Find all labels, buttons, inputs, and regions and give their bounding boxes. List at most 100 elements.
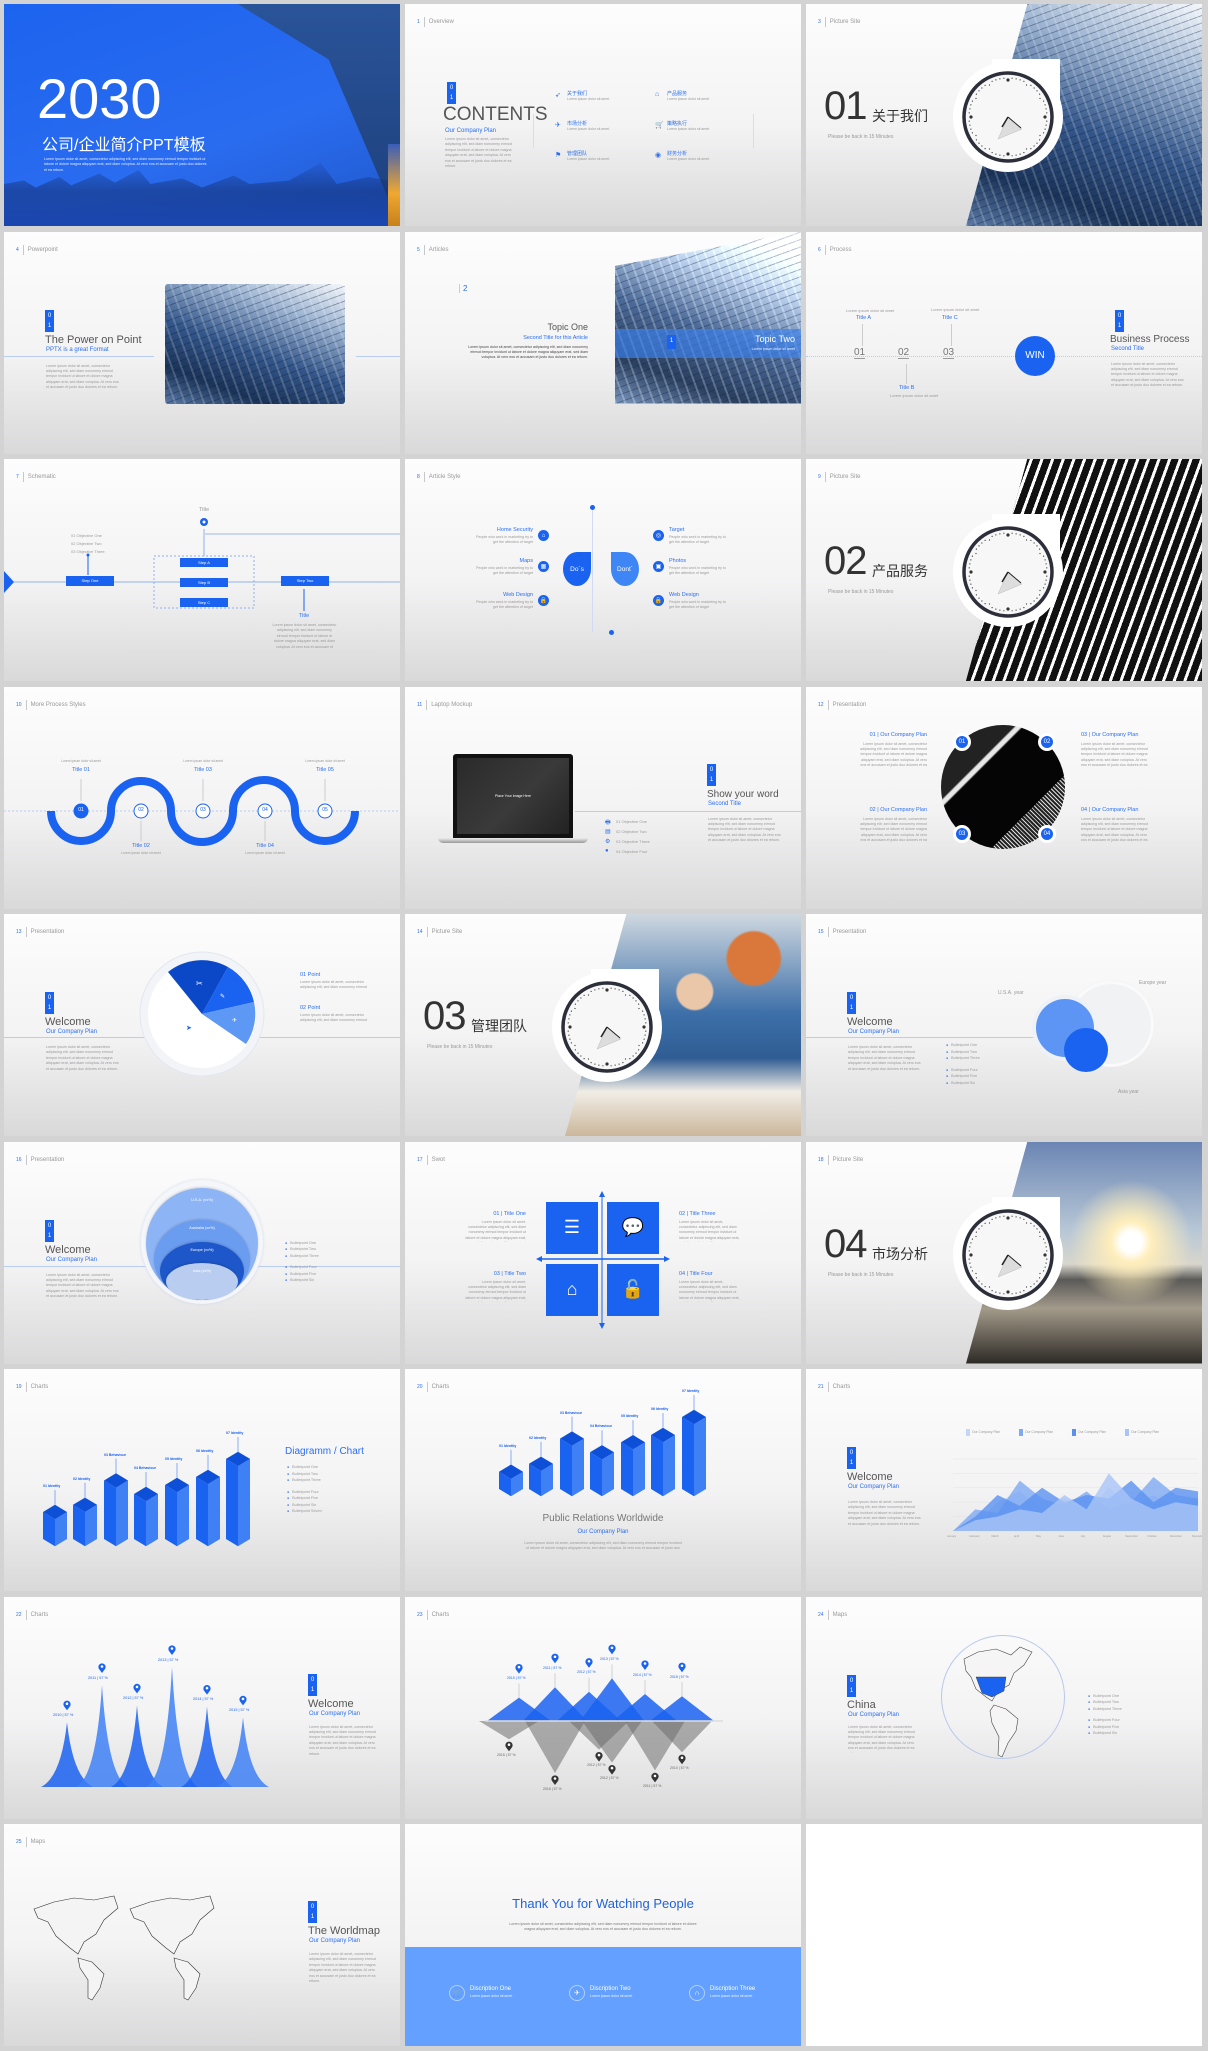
slide-subtitle: Our Company Plan bbox=[46, 1029, 98, 1035]
slide-17-swot[interactable]: 17 Swot ☰ 💬 ⌂ 🔓 01 | Title One Lorem ipsu… bbox=[405, 1141, 801, 1364]
reflection-label: 2015 | 57 % bbox=[497, 1752, 516, 1757]
title-b-text: Lorem ipsum dolor sit amet bbox=[890, 392, 939, 398]
slide-overview-grid: 2030 公司/企业简介PPT模板 Lorem ipsum dolor sit … bbox=[0, 0, 1208, 2050]
peak bbox=[217, 1716, 269, 1787]
slide-3-section-01[interactable]: 3 Picture Site 01 关于我们 Please be back in 15 … bbox=[806, 4, 1202, 226]
donts-bubble: Dont´ bbox=[611, 552, 639, 586]
slide-9-section-02[interactable]: 9 Picture Site 02 产品服务 Please be back in 15 … bbox=[806, 459, 1202, 681]
slide-number: 16 bbox=[16, 1156, 22, 1163]
slide-4-powerpoint[interactable]: 4 Powerpoint 01 The Power on Point PPTX i… bbox=[4, 231, 400, 454]
slide-23-charts[interactable]: 23 Charts 2015 | 57 % 2016 | 57 % 2012 | 57… bbox=[405, 1596, 801, 1819]
legend-swatch bbox=[1125, 1429, 1129, 1436]
slide-8-article-style[interactable]: 8 Article Style Do´s Dont´ Home Security P… bbox=[405, 459, 801, 681]
clock-icon bbox=[953, 1199, 1063, 1310]
chart-subtitle: Our Company Plan bbox=[577, 1529, 629, 1535]
slide-19-charts[interactable]: 19Charts Diagramm / Chart Bulletpoint On… bbox=[4, 1369, 400, 1591]
slide-header: 1 Overview bbox=[417, 17, 454, 27]
right-item-title: Web Design bbox=[669, 592, 699, 598]
process-text: Lorem ipsum dolor sit amet bbox=[61, 758, 101, 763]
bullet-item: Bulletpoint Three bbox=[1088, 1706, 1122, 1713]
peak bbox=[111, 1704, 163, 1787]
slide-subtitle: PPTX is a great Format bbox=[46, 346, 109, 353]
contents-item-text: Lorem ipsum dolor sit amet bbox=[567, 157, 610, 161]
step-01: 01 bbox=[854, 346, 866, 359]
win-circle[interactable]: WIN bbox=[1015, 335, 1055, 376]
box-digit: 0 bbox=[849, 995, 854, 1001]
number-box: 1 bbox=[667, 334, 676, 349]
slide-10-process-styles[interactable]: 10 More Process Styles 01 Title 01 Lorem ip… bbox=[4, 686, 400, 909]
body-text: Lorem ipsum dolor sit amet, consectetur … bbox=[848, 1045, 921, 1071]
slide-number: 3 bbox=[818, 19, 821, 25]
slide-15-presentation[interactable]: 15 Presentation 01 Welcome Our Company Pl… bbox=[806, 914, 1202, 1136]
bar-label: 04 Behaviour bbox=[590, 1424, 612, 1429]
settings-icon: ⚙ bbox=[605, 838, 611, 845]
reflection-peak bbox=[525, 1720, 585, 1773]
contents-item[interactable]: 关于我们 bbox=[567, 90, 587, 97]
contents-item[interactable]: 财务分析 bbox=[667, 150, 687, 157]
step-two-box[interactable]: Step Two bbox=[281, 576, 329, 586]
node-number: 02 bbox=[138, 806, 144, 813]
contents-item[interactable]: 管理团队 bbox=[567, 150, 587, 157]
section-title: 关于我们 bbox=[872, 108, 928, 124]
swot-text: Lorem ipsum dolor sit amet, consectetur … bbox=[679, 1279, 740, 1302]
number-box: 01 bbox=[447, 82, 456, 104]
step-b-box[interactable]: Step B bbox=[180, 578, 228, 587]
objective: 01 Objective One bbox=[616, 818, 647, 824]
left-item-title: Home Security bbox=[496, 527, 533, 533]
slide-21-charts[interactable]: 21 Charts 01 Welcome Our Company Plan Lor… bbox=[806, 1369, 1202, 1591]
step-c-box[interactable]: Step C bbox=[180, 598, 228, 607]
slide-20-charts[interactable]: 20 Charts Public Relations Worldwide Our … bbox=[405, 1369, 801, 1591]
right-item-title: Photos bbox=[669, 558, 687, 564]
slide-24-maps[interactable]: 24 Maps 01 China Our Company Plan Lorem i… bbox=[806, 1596, 1202, 1819]
section-label: Laptop Mockup bbox=[431, 701, 473, 708]
slide-22-charts[interactable]: 22 Charts 01 Welcome Our Company Plan Lor… bbox=[4, 1596, 400, 1819]
month-label: July bbox=[1080, 1535, 1086, 1538]
slide-5-articles[interactable]: 5 Articles 2 Topic One Second Title for t… bbox=[405, 231, 801, 454]
slide-12-presentation[interactable]: 12 Presentation 01 02 03 04 01 | Our Company … bbox=[806, 686, 1202, 909]
thank-you-title: Thank You for Watching People bbox=[512, 1896, 694, 1911]
svg-text:✎: ✎ bbox=[220, 993, 225, 1000]
box-digit: 0 bbox=[310, 1904, 315, 1910]
box-digit: 1 bbox=[47, 322, 52, 329]
peak-label: 2014 | 57 % bbox=[193, 1697, 214, 1702]
step-a-box[interactable]: Step A bbox=[180, 558, 228, 567]
slide-7-schematic[interactable]: 7 Schematic Title 01 Objective One 02 Obj… bbox=[4, 459, 400, 681]
number-box: 01 bbox=[45, 992, 54, 1014]
slide-1-cover[interactable]: 2030 公司/企业简介PPT模板 Lorem ipsum dolor sit … bbox=[4, 4, 400, 226]
contents-item[interactable]: 策略执行 bbox=[667, 120, 687, 127]
box-digit: 1 bbox=[1117, 322, 1122, 329]
pin-icon bbox=[203, 1684, 211, 1695]
contents-item[interactable]: 产品服务 bbox=[667, 90, 687, 97]
bar bbox=[73, 1497, 97, 1547]
section-label: Picture Site bbox=[832, 1156, 864, 1163]
slide-header: 14 Picture Site bbox=[417, 927, 462, 937]
slide-title: Show your word bbox=[707, 788, 779, 800]
step-one-box[interactable]: Step One bbox=[66, 576, 114, 586]
rocket-icon: ➶ bbox=[555, 92, 561, 99]
swot-text: Lorem ipsum dolor sit amet, consectetur … bbox=[679, 1219, 740, 1242]
description-title: Discription Two bbox=[590, 1986, 631, 1992]
bullet-item: Bulletpoint Four bbox=[285, 1264, 319, 1271]
slide-2-contents[interactable]: 1 Overview 01 CONTENTS Our Company Plan L… bbox=[405, 4, 801, 226]
slide-13-presentation[interactable]: 13 Presentation 01 Welcome Our Company Pl… bbox=[4, 914, 400, 1136]
slide-number: 14 bbox=[417, 929, 423, 935]
slide-subtitle: Our Company Plan bbox=[309, 1710, 361, 1717]
slide-26-thank-you[interactable]: Thank You for Watching People Lorem ipsu… bbox=[405, 1824, 801, 2046]
slide-14-section-03[interactable]: 14 Picture Site 03 管理团队 Please be back in 15… bbox=[405, 914, 801, 1136]
slide-subtitle: Second Title bbox=[708, 800, 742, 807]
node-number: 03 bbox=[200, 806, 206, 813]
contents-item-text: Lorem ipsum dolor sit amet bbox=[667, 157, 710, 161]
slide-number: 15 bbox=[818, 929, 824, 935]
slide-11-laptop-mockup[interactable]: 11 Laptop Mockup Place Your Image Here 01… bbox=[405, 686, 801, 909]
peak-label: 2013 | 57 % bbox=[158, 1657, 179, 1662]
pin-icon bbox=[98, 1662, 106, 1673]
article-number: 2 bbox=[459, 283, 467, 293]
slide-25-worldmap[interactable]: 25 Maps 01 The Worldmap Our Company Plan … bbox=[4, 1824, 400, 2046]
slide-6-process[interactable]: 6 Process Lorem ipsum dolor sit amet Titl… bbox=[806, 231, 1202, 454]
peak bbox=[146, 1666, 198, 1787]
month-label: December bbox=[1192, 1535, 1202, 1538]
contents-item[interactable]: 市场分析 bbox=[567, 120, 587, 127]
svg-text:✂: ✂ bbox=[196, 979, 203, 988]
slide-18-section-04[interactable]: 18 Picture Site 04 市场分析 Please be back in 15… bbox=[806, 1141, 1202, 1364]
slide-16-presentation[interactable]: 16 Presentation 01 Welcome Our Company Pl… bbox=[4, 1141, 400, 1364]
